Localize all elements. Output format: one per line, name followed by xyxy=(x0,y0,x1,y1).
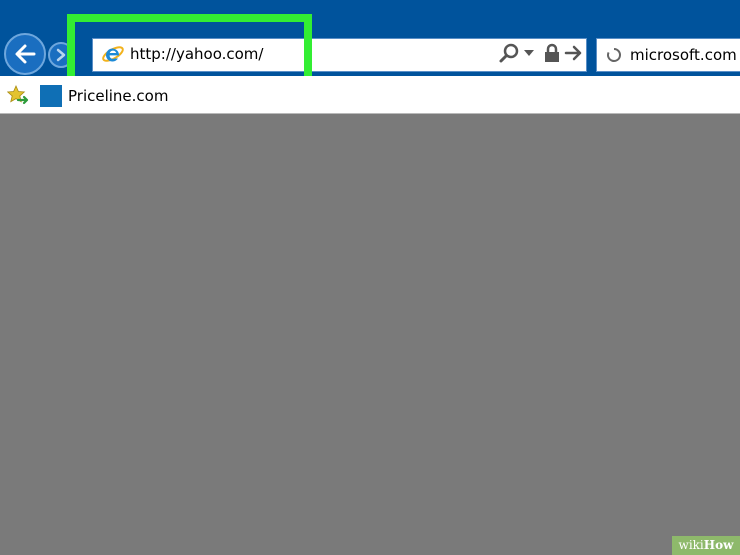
forward-arrow-icon xyxy=(56,48,66,62)
wikihow-watermark: wikiHow xyxy=(672,536,740,555)
lock-icon[interactable] xyxy=(543,42,561,64)
forward-button[interactable] xyxy=(48,42,74,68)
watermark-how-text: How xyxy=(703,538,734,552)
loading-spinner-icon xyxy=(607,48,621,62)
search-icon[interactable] xyxy=(498,42,520,64)
internet-explorer-icon xyxy=(102,46,124,62)
watermark-wiki-text: wiki xyxy=(678,538,704,552)
browser-window: http://yahoo.com/ microsoft.com Pricelin… xyxy=(0,0,740,555)
priceline-icon[interactable] xyxy=(40,85,62,107)
back-button[interactable] xyxy=(4,33,46,75)
url-text: http://yahoo.com/ xyxy=(130,45,264,63)
back-arrow-icon xyxy=(15,44,36,64)
chevron-down-icon[interactable] xyxy=(522,47,536,59)
add-favorite-icon[interactable] xyxy=(7,85,29,107)
tab-title: microsoft.com xyxy=(630,46,737,64)
go-arrow-icon[interactable] xyxy=(564,43,584,63)
favorite-link-priceline[interactable]: Priceline.com xyxy=(68,84,168,108)
